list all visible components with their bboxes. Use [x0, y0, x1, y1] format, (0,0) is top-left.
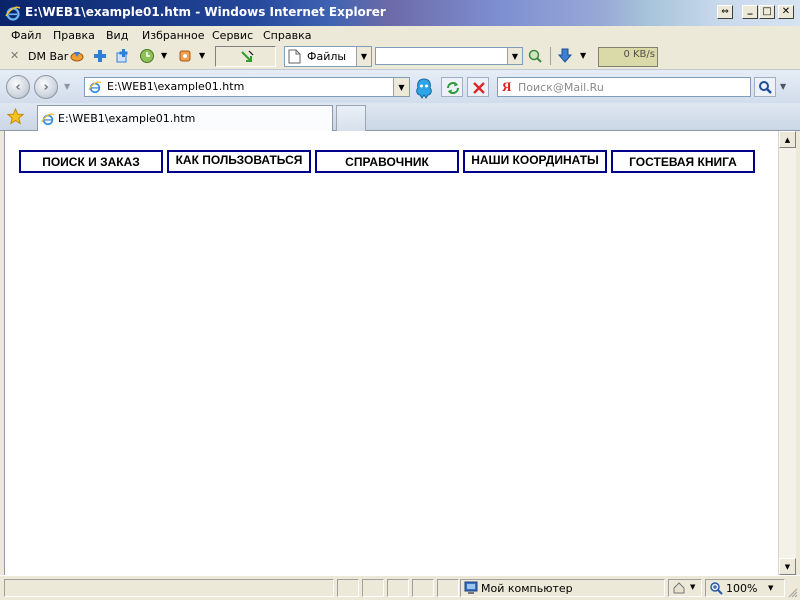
new-tab-button[interactable] — [336, 105, 366, 131]
combo-dropdown-arrow-icon[interactable]: ▼ — [507, 48, 522, 64]
page-ie-icon — [88, 81, 102, 94]
protected-mode-pane[interactable]: ▼ — [668, 579, 702, 597]
close-toolbar-icon[interactable]: ✕ — [10, 49, 19, 62]
stop-button[interactable] — [467, 77, 489, 97]
protected-mode-dropdown-icon[interactable]: ▼ — [690, 583, 695, 591]
status-bar: Мой компьютер ▼ 100% ▼ — [0, 575, 800, 600]
dm-bar-label[interactable]: DM Bar — [28, 50, 68, 63]
download-manager-icon[interactable] — [69, 48, 85, 64]
tab-active[interactable]: E:\WEB1\example01.htm — [37, 105, 333, 131]
nav-link-directory[interactable]: СПРАВОЧНИК — [315, 150, 459, 173]
vertical-scrollbar[interactable]: ▲ ▼ — [778, 131, 796, 575]
forward-button[interactable]: › — [34, 75, 58, 99]
dm-toolbar: ✕ DM Bar ▼ ▼ Файлы ▼ ▼ ▼ 0 KB/s — [0, 45, 800, 69]
nav-link-search-order[interactable]: ПОИСК И ЗАКАЗ — [19, 150, 163, 173]
yandex-logo-icon: Я — [502, 79, 512, 94]
search-input[interactable]: Я Поиск@Mail.Ru — [497, 77, 751, 97]
plugin-icon[interactable] — [177, 48, 193, 64]
scroll-down-icon: ▼ — [784, 562, 791, 571]
scroll-down-button[interactable]: ▼ — [779, 558, 796, 575]
add-download-icon[interactable] — [93, 49, 107, 63]
search-placeholder: Поиск@Mail.Ru — [518, 81, 604, 94]
maximize-button[interactable]: □ — [759, 5, 775, 19]
back-button[interactable]: ‹ — [6, 75, 30, 99]
restore-icon: ⇔ — [721, 6, 729, 17]
scheduler-dropdown-icon[interactable]: ▼ — [161, 51, 167, 60]
window-title: E:\WEB1\example01.htm - Windows Internet… — [25, 5, 386, 19]
scroll-up-icon: ▲ — [784, 135, 791, 144]
search-options-dropdown-icon[interactable]: ▼ — [780, 82, 786, 91]
drop-target-arrow-icon — [241, 50, 254, 62]
status-pane — [412, 579, 434, 597]
zone-pane[interactable]: Мой компьютер — [460, 579, 665, 597]
menu-bar: Файл Правка Вид Избранное Сервис Справка — [0, 26, 800, 45]
refresh-button[interactable] — [441, 77, 463, 97]
maximize-icon: □ — [762, 6, 772, 17]
files-dropdown[interactable]: Файлы ▼ — [284, 46, 372, 67]
zone-label: Мой компьютер — [481, 582, 573, 595]
download-dropdown-icon[interactable]: ▼ — [580, 51, 586, 60]
address-dropdown-icon[interactable]: ▼ — [393, 78, 409, 96]
search-go-icon — [759, 81, 772, 94]
tab-title: E:\WEB1\example01.htm — [58, 112, 196, 125]
nav-link-how-to-use[interactable]: КАК ПОЛЬЗОВАТЬСЯ — [167, 150, 311, 173]
file-icon — [288, 49, 301, 64]
resize-grip-icon[interactable] — [788, 588, 798, 598]
zoom-level: 100% — [726, 582, 758, 595]
close-button[interactable]: ✕ — [778, 5, 794, 19]
zoom-pane[interactable]: 100% ▼ — [705, 579, 785, 597]
history-dropdown-icon[interactable]: ▼ — [64, 82, 70, 91]
tab-ie-icon — [41, 113, 55, 126]
nav-link-guestbook[interactable]: ГОСТЕВАЯ КНИГА — [611, 150, 755, 173]
address-url: E:\WEB1\example01.htm — [107, 80, 245, 93]
address-input[interactable]: E:\WEB1\example01.htm ▼ — [84, 77, 410, 97]
status-pane — [337, 579, 359, 597]
mail-agent-icon[interactable] — [413, 77, 435, 99]
stop-icon — [473, 82, 485, 94]
toolbar-search-combo[interactable]: ▼ — [375, 47, 523, 65]
toolbar-search-icon[interactable] — [527, 48, 543, 64]
my-computer-icon — [464, 581, 478, 594]
zoom-dropdown-icon[interactable]: ▼ — [768, 584, 773, 592]
refresh-icon — [447, 82, 459, 94]
menu-file[interactable]: Файл — [11, 29, 41, 42]
zoom-icon — [710, 582, 723, 595]
drop-target[interactable] — [215, 46, 276, 67]
toolbar-separator — [550, 47, 551, 65]
add-multiple-icon[interactable] — [115, 48, 131, 64]
minimize-icon: _ — [747, 3, 753, 15]
menu-edit[interactable]: Правка — [53, 29, 95, 42]
menu-view[interactable]: Вид — [106, 29, 128, 42]
status-pane — [362, 579, 384, 597]
search-go-button[interactable] — [754, 77, 776, 97]
scheduler-icon[interactable] — [139, 48, 155, 64]
speed-meter: 0 KB/s — [598, 47, 658, 67]
menu-favorites[interactable]: Избранное — [142, 29, 204, 42]
download-arrow-icon[interactable] — [558, 48, 572, 64]
menu-tools[interactable]: Сервис — [212, 29, 253, 42]
menu-help[interactable]: Справка — [263, 29, 311, 42]
ie-logo-icon — [5, 6, 21, 21]
status-text-pane — [4, 579, 334, 597]
nav-link-contacts[interactable]: НАШИ КООРДИНАТЫ — [463, 150, 607, 173]
favorites-star-icon[interactable] — [7, 108, 24, 125]
restore-button[interactable]: ⇔ — [717, 5, 733, 19]
page-viewport: ПОИСК И ЗАКАЗ КАК ПОЛЬЗОВАТЬСЯ СПРАВОЧНИ… — [4, 131, 778, 575]
plugin-dropdown-icon[interactable]: ▼ — [199, 51, 205, 60]
tab-bar: E:\WEB1\example01.htm — [0, 103, 800, 131]
files-dropdown-arrow-icon[interactable]: ▼ — [356, 47, 371, 66]
scroll-up-button[interactable]: ▲ — [779, 131, 796, 148]
forward-icon: › — [43, 79, 49, 95]
title-bar[interactable]: E:\WEB1\example01.htm - Windows Internet… — [0, 0, 800, 26]
minimize-button[interactable]: _ — [742, 3, 758, 19]
status-pane — [387, 579, 409, 597]
status-pane — [437, 579, 459, 597]
close-icon: ✕ — [781, 6, 791, 17]
address-bar: ‹ › ▼ E:\WEB1\example01.htm ▼ Я Поиск@Ma… — [0, 69, 800, 103]
home-zone-icon — [673, 582, 685, 594]
files-label: Файлы — [307, 50, 347, 63]
back-icon: ‹ — [15, 79, 21, 95]
